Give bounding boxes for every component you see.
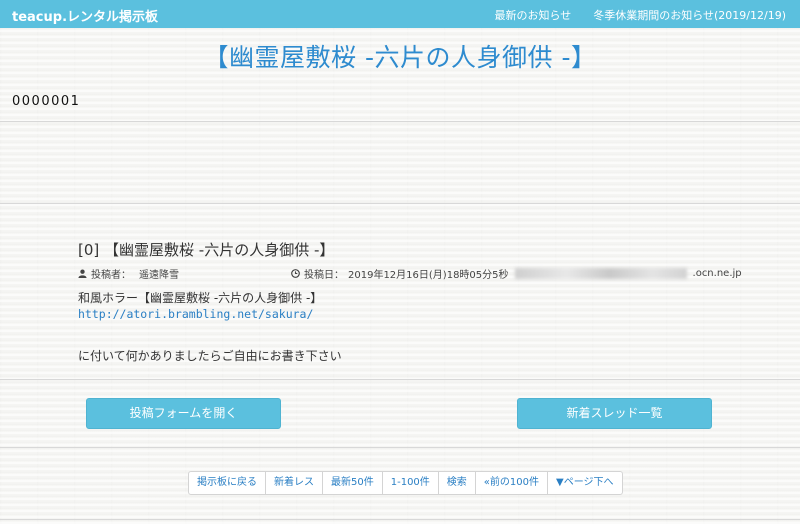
new-threads-button[interactable]: 新着スレッド一覧: [517, 398, 712, 429]
divider: [0, 379, 800, 380]
pager: 掲示板に戻る 新着レス 最新50件 1-100件 検索 «前の100件 ▼ページ…: [188, 471, 623, 495]
divider: [0, 519, 800, 520]
nav-winter-holiday-notice[interactable]: 冬季休業期間のお知らせ(2019/12/19): [593, 7, 786, 23]
post-body-line: に付いて何かありましたらご自由にお書き下さい: [78, 349, 342, 363]
pager-search[interactable]: 検索: [439, 472, 476, 494]
pager-page-bottom[interactable]: ▼ページ下へ: [548, 472, 622, 494]
nav-latest-news[interactable]: 最新のお知らせ: [494, 7, 571, 23]
divider: [0, 121, 800, 122]
top-nav: 最新のお知らせ 冬季休業期間のお知らせ(2019/12/19): [494, 7, 786, 23]
clock-icon: [291, 269, 300, 278]
pager-prev-100[interactable]: «前の100件: [476, 472, 549, 494]
top-navbar: teacup.レンタル掲示板 最新のお知らせ 冬季休業期間のお知らせ(2019/…: [0, 0, 800, 28]
access-counter: 0000001: [12, 94, 81, 109]
divider: [0, 203, 800, 204]
date-label: 投稿日：: [304, 270, 344, 281]
divider: [0, 447, 800, 448]
post-body-link[interactable]: http://atori.brambling.net/sakura/: [78, 307, 313, 321]
pager-new-replies[interactable]: 新着レス: [266, 472, 323, 494]
user-icon: [78, 269, 87, 278]
post-body-line: 和風ホラー【幽霊屋敷桜 -六片の人身御供 -】: [78, 291, 323, 305]
pager-latest-50[interactable]: 最新50件: [323, 472, 383, 494]
pager-1-100[interactable]: 1-100件: [383, 472, 439, 494]
host-suffix: .ocn.ne.jp: [692, 268, 742, 279]
open-post-form-button[interactable]: 投稿フォームを開く: [86, 398, 281, 429]
author-name: 遥遠降雪: [139, 270, 179, 281]
pager-back-to-board[interactable]: 掲示板に戻る: [189, 472, 266, 494]
post-title: [0] 【幽霊屋敷桜 -六片の人身御供 -】: [78, 241, 335, 259]
site-brand[interactable]: teacup.レンタル掲示板: [12, 6, 158, 25]
post-author: 投稿者： 遥遠降雪: [78, 266, 179, 281]
author-label: 投稿者：: [91, 270, 131, 281]
board-title: 【幽霊屋敷桜 -六片の人身御供 -】: [203, 43, 597, 72]
post-date: 投稿日： 2019年12月16日(月)18時05分5秒 .ocn.ne.jp: [291, 266, 742, 281]
redacted-host: [514, 268, 687, 279]
date-value: 2019年12月16日(月)18時05分5秒: [348, 270, 509, 281]
